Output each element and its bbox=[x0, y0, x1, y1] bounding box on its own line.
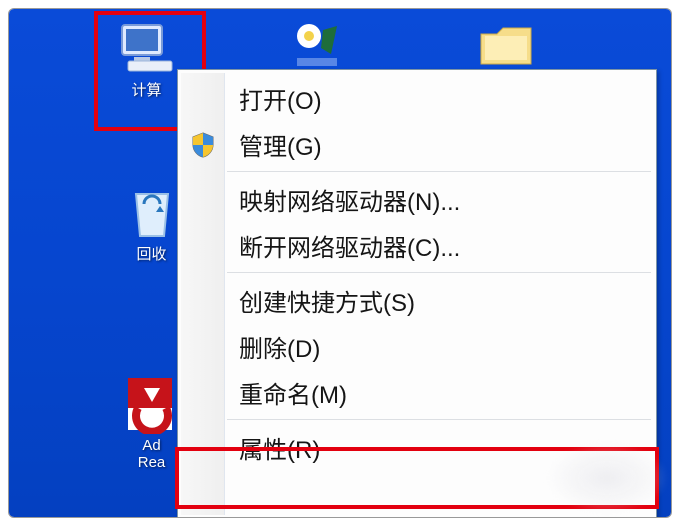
desktop-background: 计算 回收 bbox=[9, 9, 672, 518]
uac-shield-icon bbox=[189, 131, 217, 159]
menu-item-label: 打开(O) bbox=[239, 81, 322, 116]
menu-item-rename[interactable]: 重命名(M) bbox=[225, 369, 653, 415]
menu-separator bbox=[227, 419, 651, 420]
menu-item-delete[interactable]: 删除(D) bbox=[225, 323, 653, 369]
menu-item-open[interactable]: 打开(O) bbox=[225, 75, 653, 121]
menu-item-label: 创建快捷方式(S) bbox=[239, 283, 415, 318]
menu-separator bbox=[227, 272, 651, 273]
menu-item-map-network-drive[interactable]: 映射网络驱动器(N)... bbox=[225, 176, 653, 222]
menu-item-disconnect-network-drive[interactable]: 断开网络驱动器(C)... bbox=[225, 222, 653, 268]
menu-item-label: 删除(D) bbox=[239, 329, 320, 364]
adobe-reader-icon bbox=[122, 379, 182, 433]
menu-separator bbox=[227, 171, 651, 172]
folder-icon bbox=[477, 19, 537, 73]
menu-item-label: 断开网络驱动器(C)... bbox=[239, 228, 460, 263]
watermark-blur bbox=[547, 443, 667, 513]
menu-item-create-shortcut[interactable]: 创建快捷方式(S) bbox=[225, 277, 653, 323]
menu-item-manage[interactable]: 管理(G) bbox=[225, 121, 653, 167]
flower-icon bbox=[289, 19, 349, 73]
menu-item-label: 重命名(M) bbox=[239, 375, 347, 410]
recycle-bin-icon bbox=[122, 185, 182, 239]
menu-item-label: 映射网络驱动器(N)... bbox=[239, 182, 460, 217]
menu-item-label: 管理(G) bbox=[239, 127, 322, 162]
